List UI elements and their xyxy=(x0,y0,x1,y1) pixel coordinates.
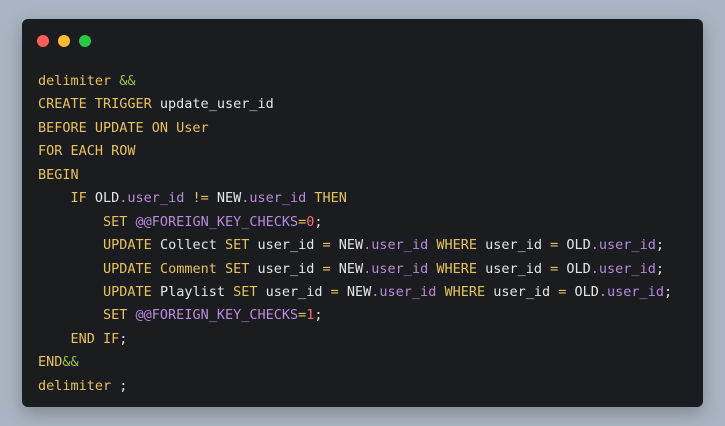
code-token: UPDATE xyxy=(103,260,160,277)
code-token: Comment xyxy=(159,260,225,277)
code-token: Collect xyxy=(159,237,225,254)
code-token: && xyxy=(62,354,79,371)
code-line: UPDATE Comment SET user_id = NEW.user_id… xyxy=(38,258,672,281)
code-token: user_id xyxy=(493,283,559,300)
code-token: OLD xyxy=(566,237,591,254)
code-token: user_id xyxy=(257,237,323,254)
code-token: @@FOREIGN_KEY_CHECKS xyxy=(135,307,299,324)
code-token: .user_id xyxy=(363,237,429,254)
code-token: .user_id xyxy=(590,260,656,277)
code-token: = xyxy=(550,237,567,254)
code-token: OLD xyxy=(566,260,591,277)
code-token: && xyxy=(119,73,136,89)
code-token: .user_id xyxy=(241,190,307,207)
code-window: delimiter && CREATE TRIGGER update_user_i… xyxy=(22,19,703,407)
code-token: .user_id xyxy=(598,283,664,300)
code-token: ; xyxy=(314,213,323,230)
code-line: SET @@FOREIGN_KEY_CHECKS=0; xyxy=(38,211,672,234)
code-token: = xyxy=(330,283,347,300)
code-line: BEGIN xyxy=(38,164,672,187)
code-token: != xyxy=(184,190,217,207)
code-token: SET xyxy=(224,260,258,277)
code-token: WHERE xyxy=(428,237,486,254)
code-block: delimiter && CREATE TRIGGER update_user_i… xyxy=(38,70,672,398)
code-token: IF xyxy=(70,190,95,207)
code-token: = xyxy=(322,237,339,254)
code-token: ; xyxy=(119,377,128,394)
code-line: delimiter ; xyxy=(38,375,672,398)
code-token: = xyxy=(550,260,567,277)
code-token: user_id xyxy=(485,237,551,254)
code-token: User xyxy=(176,119,209,136)
code-token: NEW xyxy=(216,190,242,207)
code-token: Playlist xyxy=(159,283,234,300)
code-token: delimiter xyxy=(38,377,120,394)
code-token: NEW xyxy=(338,260,364,277)
code-token: CREATE TRIGGER xyxy=(38,96,160,113)
code-token: ; xyxy=(314,307,323,324)
window-controls xyxy=(37,35,91,47)
code-token: user_id xyxy=(257,260,323,277)
code-token: SET xyxy=(103,213,136,230)
code-token: .user_id xyxy=(119,190,185,207)
code-line: IF OLD.user_id != NEW.user_id THEN xyxy=(38,187,672,210)
code-token: = xyxy=(558,283,575,300)
code-token: user_id xyxy=(485,260,551,277)
code-token: THEN xyxy=(306,190,347,207)
code-token: BEFORE UPDATE ON xyxy=(38,119,177,136)
code-token: update_user_id xyxy=(159,96,274,113)
code-token: ; xyxy=(655,260,664,277)
code-token: NEW xyxy=(338,237,364,254)
code-line: FOR EACH ROW xyxy=(38,140,672,163)
code-line: SET @@FOREIGN_KEY_CHECKS=1; xyxy=(38,304,672,327)
code-line: UPDATE Playlist SET user_id = NEW.user_i… xyxy=(38,281,672,304)
code-token: SET xyxy=(224,237,258,254)
code-token: SET xyxy=(233,283,266,300)
code-token: END IF xyxy=(70,330,120,347)
maximize-button[interactable] xyxy=(79,35,91,47)
code-token: @@FOREIGN_KEY_CHECKS xyxy=(135,213,299,230)
code-token: ; xyxy=(655,237,664,254)
code-token: OLD xyxy=(94,190,120,207)
code-token: = xyxy=(322,260,339,277)
minimize-button[interactable] xyxy=(58,35,70,47)
code-line: CREATE TRIGGER update_user_id xyxy=(38,93,672,116)
code-line: UPDATE Collect SET user_id = NEW.user_id… xyxy=(38,234,672,257)
code-line: BEFORE UPDATE ON User xyxy=(38,117,672,140)
code-token: .user_id xyxy=(371,283,437,300)
code-line: END&& xyxy=(38,351,672,374)
code-token: .user_id xyxy=(590,237,656,254)
code-token: ; xyxy=(119,330,128,347)
code-token: WHERE xyxy=(428,260,486,277)
code-line: END IF; xyxy=(38,328,672,351)
code-token: SET xyxy=(103,307,136,324)
code-token: FOR EACH ROW xyxy=(38,143,136,160)
code-token: WHERE xyxy=(436,283,494,300)
code-line: delimiter && xyxy=(38,70,672,93)
code-token: NEW xyxy=(346,283,372,300)
code-token: delimiter xyxy=(38,73,120,89)
code-token: ; xyxy=(663,283,673,300)
code-token: BEGIN xyxy=(38,166,79,183)
code-token: UPDATE xyxy=(103,283,160,300)
code-token: OLD xyxy=(574,283,599,300)
code-token: .user_id xyxy=(363,260,429,277)
code-token: END xyxy=(38,354,63,371)
code-token: user_id xyxy=(265,283,331,300)
close-button[interactable] xyxy=(37,35,49,47)
code-token: UPDATE xyxy=(103,237,160,254)
